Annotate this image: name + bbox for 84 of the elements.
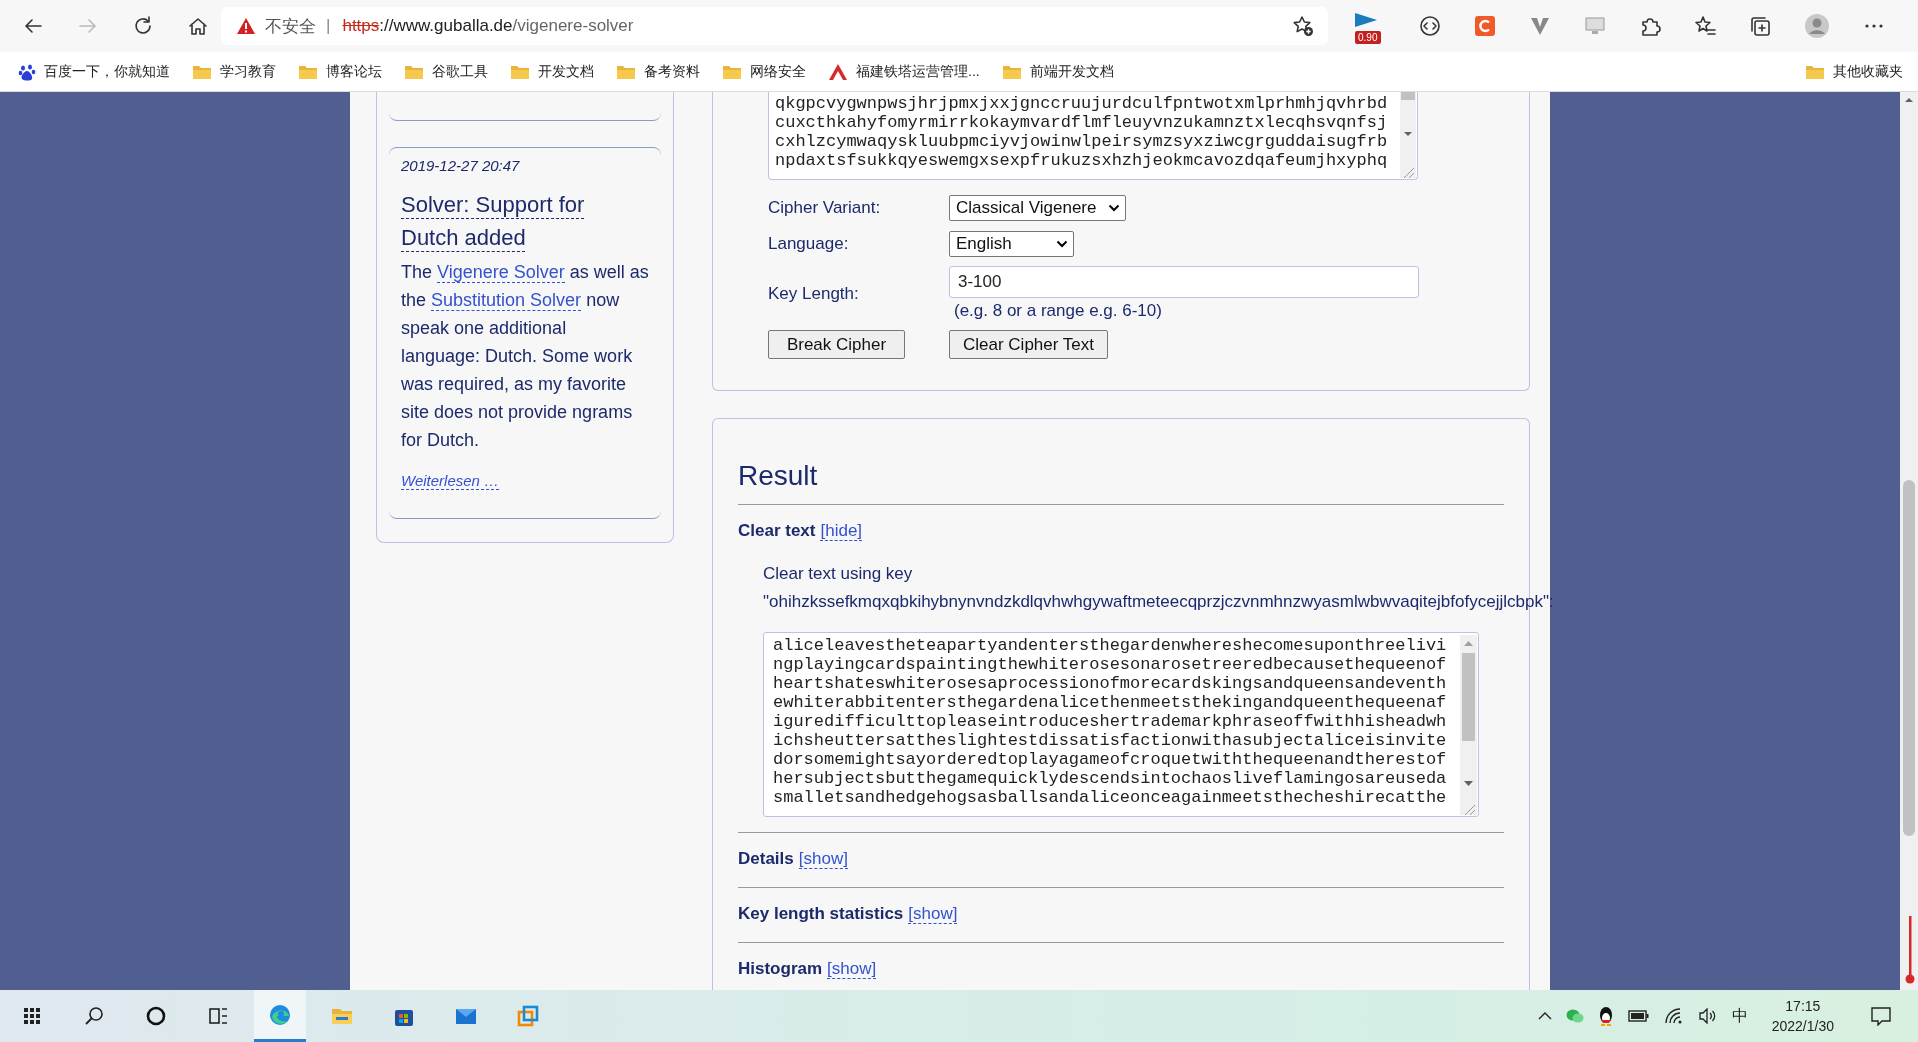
bookmark[interactable]: 其他收藏夹	[1805, 62, 1903, 81]
bookmark[interactable]: 备考资料	[616, 62, 700, 81]
field-label: Key Length:	[768, 284, 860, 304]
clock-button[interactable]: 17:15 2022/1/30	[1771, 996, 1834, 1036]
toggle-link[interactable]: [show]	[827, 959, 877, 979]
chevron-down-icon	[1108, 204, 1120, 212]
post-text: The Vigenere Solver as well as the Substitution Solver now speak one additional language: Dutch. Some work was required, as my favorite site does not provide ngrams for Dutch.	[401, 261, 649, 452]
security-label: 不安全	[265, 15, 316, 38]
folder-icon	[1805, 63, 1825, 80]
bookmark[interactable]: 学习教育	[192, 62, 276, 81]
field-label: Cipher Variant:	[768, 198, 882, 218]
toggle-link[interactable]: [show]	[908, 904, 958, 924]
home-icon[interactable]	[187, 15, 209, 37]
folder-icon	[1001, 63, 1022, 80]
c-extension-icon[interactable]	[1474, 15, 1496, 37]
bookmark[interactable]: 网络安全	[722, 62, 806, 81]
dropdown[interactable]: English	[949, 231, 1074, 257]
warning-icon	[236, 17, 256, 35]
extension-badge: 0.90	[1355, 31, 1381, 44]
separator: |	[326, 16, 331, 36]
wifi-icon[interactable]	[1663, 1008, 1684, 1024]
start-icon	[21, 1005, 43, 1027]
tower-logo-icon	[828, 62, 848, 81]
penguin-icon[interactable]	[1597, 1006, 1614, 1026]
folder-icon	[510, 63, 530, 80]
post-title-link[interactable]: Solver: Support for Dutch added	[401, 188, 606, 254]
caption-text: Clear text using key	[763, 563, 914, 585]
result-heading: Result	[738, 459, 819, 493]
toggle-link[interactable]: [show]	[798, 849, 848, 869]
section-title: Details	[738, 849, 794, 868]
section-title: Key length statistics	[738, 904, 904, 923]
folder-icon	[722, 63, 742, 80]
folder-icon	[404, 63, 424, 80]
search-icon	[83, 1005, 105, 1027]
url-text: https://www.guballa.de/vigenere-solver	[342, 16, 634, 36]
chevron-down-icon	[1056, 240, 1068, 248]
chevron-up-icon[interactable]	[1537, 1011, 1552, 1021]
folder-icon	[192, 63, 212, 80]
collections-icon[interactable]	[1749, 15, 1771, 37]
puzzle-icon[interactable]	[1639, 15, 1661, 37]
section-title: Histogram	[738, 959, 823, 978]
bookmark[interactable]: 博客论坛	[298, 62, 382, 81]
form-button[interactable]: Break Cipher	[768, 330, 905, 359]
star-add-icon[interactable]	[1292, 15, 1315, 37]
volume-icon[interactable]	[1697, 1008, 1718, 1024]
paw-icon	[18, 62, 36, 81]
battery-icon[interactable]	[1627, 1009, 1650, 1023]
address-bar[interactable]: 不安全 | https://www.guballa.de/vigenere-solver	[221, 7, 1329, 45]
form-button[interactable]: Clear Cipher Text	[949, 330, 1109, 359]
extension-button[interactable]: 0.90	[1353, 7, 1385, 45]
window-app-icon	[517, 1005, 539, 1027]
notification-icon[interactable]	[1870, 1006, 1892, 1026]
bookmark[interactable]: 开发文档	[510, 62, 594, 81]
hint-text: (e.g. 8 or a range e.g. 6-10)	[954, 300, 1163, 322]
toggle-link[interactable]: [hide]	[820, 521, 863, 541]
browser-icon	[269, 1003, 291, 1026]
folder-icon	[616, 63, 636, 80]
refresh-icon[interactable]	[132, 15, 154, 37]
bookmark[interactable]: 百度一下，你就知道	[18, 62, 170, 81]
dropdown[interactable]: Classical Vigenere	[949, 195, 1126, 221]
profile-avatar-icon[interactable]	[1804, 13, 1830, 39]
section-title: Clear text	[738, 521, 816, 540]
folder-icon	[298, 63, 318, 80]
bookmark[interactable]: 福建铁塔运营管理...	[828, 62, 980, 81]
text-link[interactable]: Substitution Solver	[431, 290, 582, 311]
key-length-field[interactable]: 3-100	[949, 266, 1419, 298]
cipher-text-area[interactable]	[768, 92, 1418, 180]
bookmark[interactable]: 谷歌工具	[404, 62, 488, 81]
scrollbar-thumb[interactable]	[1903, 480, 1915, 836]
thermometer-icon	[1905, 916, 1915, 986]
input-method-indicator[interactable]: 中	[1731, 1005, 1748, 1027]
circle-icon	[145, 1005, 167, 1027]
post-date: 2019-12-27 20:47	[401, 156, 521, 176]
code-icon[interactable]	[1419, 15, 1441, 37]
cipher-text: qkgpcvygwnpwsjhrjpmxjxxjgnccruujurdculfpntwotxmlprhmhjqvhrbd cuxcthkahyfomyrmirrkokaymvardflmfleuyvnzukamnztxlecqhsvqnfsj cxhlzcymwaqyskluubpmciyvjowinwlpeirsymzsyxziwcgrguddaisugfrb npdaxtsfsukkqyeswemgxsexpfrukuzsxhzhjeokmcavozdqafeumjhxyphq	[774, 93, 1389, 170]
v-extension-icon[interactable]	[1529, 15, 1551, 37]
text-link[interactable]: Vigenere Solver	[437, 262, 565, 283]
field-label: Language:	[768, 234, 850, 254]
favorites-icon[interactable]	[1694, 15, 1716, 37]
page-scrollbar[interactable]	[1900, 92, 1918, 990]
task-view-icon	[207, 1005, 229, 1027]
bookmark[interactable]: 前端开发文档	[1001, 62, 1114, 81]
clear-text: aliceleavestheteapartyandentersthegardenwhereshecomesuponthreelivi ngplayingcardspaintingthewhiterosesonarosetreeredbecausethequeenof heartshateswhiterosesaprocessionofmorecardskingsandqueensandeventh ewhiterabbitentersthegardenalicethenmeetsthekingandqueenthequeenaf iguredifficulttopleaseintroduceshertrademarkphraseoffwithhisheadwh ichsheuttersattheslightestdissatisfactionwithasubjectaliceisinvite dorsomemightsayorderedtoplayagameofcroquetwiththequeenandtherestof hersubjectsbutthegamequicklydescendsintochaosliveflamingosareuseda smalletsandhedgehogsasballsandaliceonceagainmeetsthecheshirecatthe	[772, 635, 1448, 807]
read-more-link[interactable]: Weiterlesen …	[401, 472, 500, 490]
